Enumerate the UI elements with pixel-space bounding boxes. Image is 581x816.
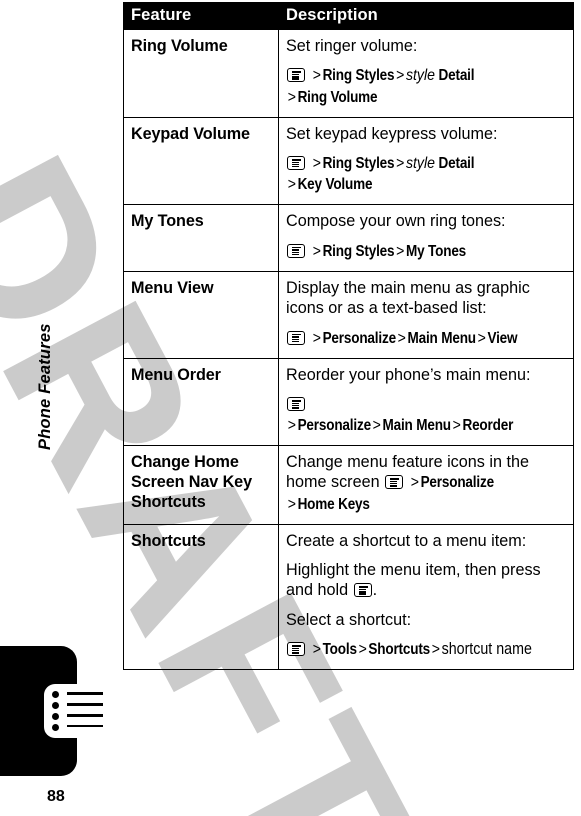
menu-key-icon	[287, 642, 305, 657]
path-separator: >	[452, 416, 461, 434]
feature-name: Keypad Volume	[123, 116, 279, 206]
path-separator: >	[287, 416, 296, 434]
table-header-row: Feature Description	[123, 2, 574, 30]
path-segment: Ring Styles	[322, 67, 394, 85]
description-step: Highlight the menu item, then press and …	[286, 560, 567, 601]
feature-name: Ring Volume	[123, 29, 279, 118]
path-segment: Ring Styles	[322, 155, 394, 173]
path-segment-plain: shortcut name	[441, 640, 532, 659]
menu-key-icon	[385, 475, 404, 490]
feature-name: Shortcuts	[123, 523, 279, 671]
feature-name: Menu Order	[123, 357, 279, 446]
description-intro: Compose your own ring tones:	[286, 212, 506, 231]
tab-bullet-dots	[52, 689, 66, 735]
table-row: Change Home Screen Nav Key Shortcuts Cha…	[123, 444, 574, 525]
path-segment: Shortcuts	[367, 641, 430, 659]
menu-path: > Personalize > Main Menu > View	[286, 328, 567, 349]
path-segment-italic: style	[405, 155, 435, 173]
path-segment: Ring Styles	[322, 242, 394, 260]
path-segment: Main Menu	[382, 416, 451, 434]
description-intro: Reorder your phone’s main menu:	[286, 365, 531, 384]
table-row: Shortcuts Create a shortcut to a menu it…	[123, 523, 574, 671]
path-segment: Home Keys	[297, 495, 370, 513]
path-segment: Ring Volume	[297, 88, 378, 106]
description-intro: Change menu feature icons in the home sc…	[286, 452, 567, 515]
menu-path: > Personalize > Main Menu > Reorder	[286, 394, 567, 436]
menu-path: > Ring Styles > style Detail > Key Volume	[286, 153, 567, 195]
path-segment: Reorder	[462, 416, 514, 434]
table-row: Ring Volume Set ringer volume: > Ring Sty…	[123, 29, 574, 118]
path-separator: >	[287, 176, 296, 194]
table-row: My Tones Compose your own ring tones: > R…	[123, 204, 574, 272]
table-row: Menu View Display the main menu as graph…	[123, 271, 574, 359]
path-separator: >	[397, 329, 406, 347]
menu-key-icon	[287, 243, 305, 258]
sidebar: Phone Features 88	[0, 0, 118, 816]
column-header-feature: Feature	[123, 2, 279, 30]
path-separator: >	[312, 67, 321, 85]
feature-description: Reorder your phone’s main menu: > Persona…	[278, 357, 574, 446]
path-segment: Personalize	[297, 416, 372, 434]
column-header-description: Description	[278, 2, 574, 30]
feature-table: Feature Description Ring Volume Set ring…	[123, 2, 574, 671]
path-segment: Detail	[438, 67, 474, 85]
table-row: Keypad Volume Set keypad keypress volume…	[123, 116, 574, 206]
path-segment: Personalize	[322, 329, 396, 347]
section-label: Phone Features	[36, 323, 54, 450]
table-row: Menu Order Reorder your phone’s main men…	[123, 357, 574, 446]
description-text: Highlight the menu item, then press and …	[286, 561, 541, 600]
path-separator: >	[395, 242, 404, 260]
path-segment: Personalize	[420, 474, 494, 492]
menu-path: > Ring Styles > My Tones	[286, 241, 567, 262]
path-separator: >	[312, 329, 321, 347]
page-number: 88	[47, 788, 65, 805]
path-segment: Detail	[438, 155, 474, 173]
path-segment: My Tones	[405, 242, 466, 260]
menu-path: > Tools > Shortcuts > shortcut name	[286, 639, 567, 660]
tab-lines	[67, 689, 103, 735]
path-segment-italic: style	[405, 67, 435, 85]
menu-key-icon	[287, 68, 305, 83]
menu-key-icon	[287, 397, 305, 412]
description-step: Select a shortcut:	[286, 610, 412, 629]
menu-path: > Ring Styles > style Detail > Ring Volume	[286, 65, 567, 107]
path-segment: Tools	[322, 641, 357, 659]
feature-description: Display the main menu as graphic icons o…	[278, 271, 574, 359]
menu-key-icon	[287, 330, 305, 345]
description-intro: Display the main menu as graphic icons o…	[286, 279, 530, 318]
feature-description: Change menu feature icons in the home sc…	[278, 444, 574, 525]
path-separator: >	[358, 641, 367, 659]
path-segment: Key Volume	[297, 176, 373, 194]
path-segment: Main Menu	[406, 329, 476, 347]
path-separator: >	[431, 641, 440, 659]
path-segment: View	[486, 329, 517, 347]
feature-name: Menu View	[123, 271, 279, 359]
description-intro: Set ringer volume:	[286, 37, 418, 55]
path-separator: >	[287, 495, 296, 513]
description-intro: Create a shortcut to a menu item:	[286, 531, 527, 550]
path-separator: >	[477, 329, 486, 347]
feature-description: Compose your own ring tones: > Ring Style…	[278, 204, 574, 272]
path-separator: >	[312, 155, 321, 173]
path-separator: >	[410, 474, 419, 492]
description-period: .	[372, 581, 378, 600]
path-separator: >	[372, 416, 381, 434]
description-intro: Set keypad keypress volume:	[286, 124, 498, 143]
feature-description: Set ringer volume: > Ring Styles > style De…	[278, 29, 574, 118]
path-separator: >	[395, 155, 404, 173]
path-separator: >	[312, 242, 321, 260]
feature-description: Set keypad keypress volume: > Ring Styles…	[278, 116, 574, 206]
feature-description: Create a shortcut to a menu item: Highli…	[278, 523, 574, 671]
path-separator: >	[312, 641, 321, 659]
feature-name: My Tones	[123, 204, 279, 272]
menu-key-icon	[353, 583, 372, 598]
path-separator: >	[287, 88, 296, 106]
path-separator: >	[395, 67, 404, 85]
menu-key-icon	[287, 156, 305, 171]
feature-name: Change Home Screen Nav Key Shortcuts	[123, 444, 279, 525]
